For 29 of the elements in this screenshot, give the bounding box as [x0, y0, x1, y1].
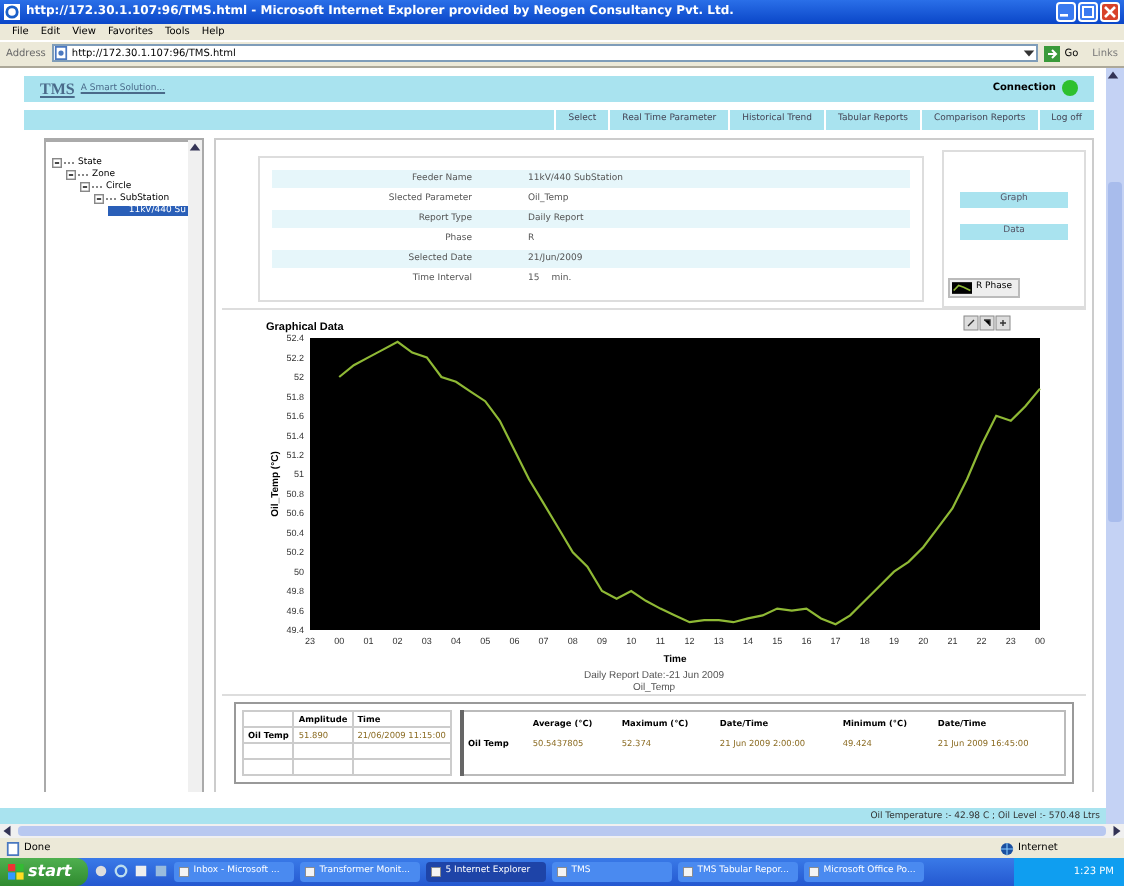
maximize-button[interactable]	[1078, 1, 1098, 22]
collapse-icon[interactable]	[66, 170, 76, 181]
globe-icon	[1000, 841, 1014, 855]
window-icon	[177, 865, 190, 878]
dropdown-arrow-icon[interactable]	[1022, 46, 1037, 61]
browser-icon	[4, 3, 20, 20]
collapse-icon[interactable]	[80, 182, 90, 193]
scroll-left-icon[interactable]	[0, 824, 14, 839]
scrollbar-thumb[interactable]	[18, 826, 1106, 837]
windows-flag-icon	[8, 863, 24, 880]
line-swatch-icon	[952, 281, 972, 294]
window-icon	[303, 865, 316, 878]
window-icon	[429, 865, 442, 878]
page-icon	[53, 46, 68, 61]
collapse-icon[interactable]	[94, 194, 104, 205]
window-icon	[807, 865, 820, 878]
scroll-up-icon[interactable]	[188, 139, 202, 154]
minimize-button[interactable]	[1056, 1, 1076, 22]
scroll-right-icon[interactable]	[1110, 824, 1124, 839]
window-icon	[681, 865, 694, 878]
scroll-up-icon[interactable]	[1106, 67, 1120, 82]
collapse-icon[interactable]	[52, 158, 62, 169]
close-button[interactable]	[1100, 1, 1120, 22]
app-logo[interactable]: TMS	[40, 79, 75, 98]
page-icon	[6, 841, 20, 855]
arrow-icon	[1044, 45, 1061, 62]
chart-toolbar-icon[interactable]	[963, 315, 1011, 331]
window-icon	[555, 865, 568, 878]
scrollbar-thumb[interactable]	[1108, 181, 1122, 522]
